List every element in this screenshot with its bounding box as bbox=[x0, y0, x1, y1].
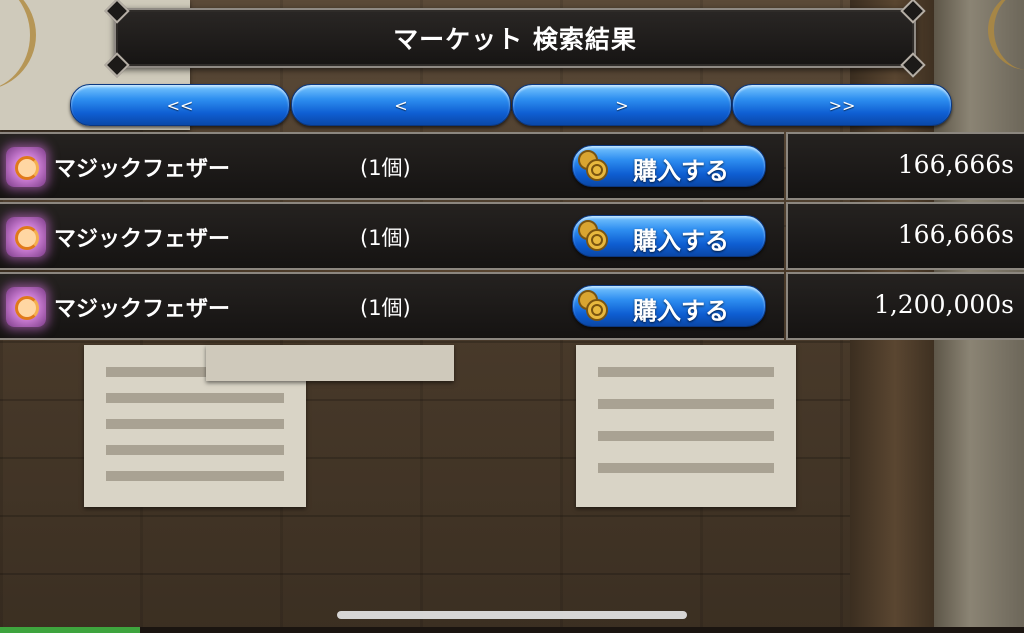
buy-button-label: 購入する bbox=[633, 227, 729, 255]
item-name: マジックフェザー bbox=[54, 227, 231, 252]
list-item: マジックフェザー (1個) 購入する 166,666s bbox=[0, 132, 1024, 200]
title-bar: マーケット 検索結果 bbox=[104, 0, 926, 78]
magic-feather-icon bbox=[6, 217, 46, 257]
item-panel: マジックフェザー (1個) 購入する bbox=[0, 272, 784, 340]
buy-button[interactable]: 購入する bbox=[572, 215, 766, 257]
coins-icon bbox=[578, 290, 608, 321]
item-quantity: (1個) bbox=[360, 156, 411, 180]
home-indicator[interactable] bbox=[337, 611, 687, 619]
next-page-button[interactable]: > bbox=[512, 84, 732, 126]
page-title: マーケット 検索結果 bbox=[393, 25, 637, 54]
pagination: << < > >> bbox=[70, 84, 952, 126]
first-page-button[interactable]: << bbox=[70, 84, 290, 126]
buy-button-label: 購入する bbox=[633, 297, 729, 325]
magic-feather-icon bbox=[6, 287, 46, 327]
price-panel: 1,200,000s bbox=[786, 272, 1024, 340]
notice-paper bbox=[576, 345, 796, 507]
progress-strip bbox=[0, 627, 1024, 633]
item-price: 166,666s bbox=[897, 150, 1014, 179]
notice-paper bbox=[206, 345, 454, 381]
list-item: マジックフェザー (1個) 購入する 166,666s bbox=[0, 202, 1024, 270]
magic-feather-icon bbox=[6, 147, 46, 187]
item-price: 166,666s bbox=[897, 220, 1014, 249]
price-panel: 166,666s bbox=[786, 202, 1024, 270]
item-quantity: (1個) bbox=[360, 296, 411, 320]
list-item: マジックフェザー (1個) 購入する 1,200,000s bbox=[0, 272, 1024, 340]
coins-icon bbox=[578, 150, 608, 181]
buy-button[interactable]: 購入する bbox=[572, 145, 766, 187]
prev-page-button[interactable]: < bbox=[291, 84, 511, 126]
item-panel: マジックフェザー (1個) 購入する bbox=[0, 132, 784, 200]
coins-icon bbox=[578, 220, 608, 251]
item-name: マジックフェザー bbox=[54, 297, 231, 322]
item-name: マジックフェザー bbox=[54, 157, 231, 182]
last-page-button[interactable]: >> bbox=[732, 84, 952, 126]
item-quantity: (1個) bbox=[360, 226, 411, 250]
item-price: 1,200,000s bbox=[873, 290, 1014, 319]
buy-button-label: 購入する bbox=[633, 157, 729, 185]
item-panel: マジックフェザー (1個) 購入する bbox=[0, 202, 784, 270]
buy-button[interactable]: 購入する bbox=[572, 285, 766, 327]
price-panel: 166,666s bbox=[786, 132, 1024, 200]
